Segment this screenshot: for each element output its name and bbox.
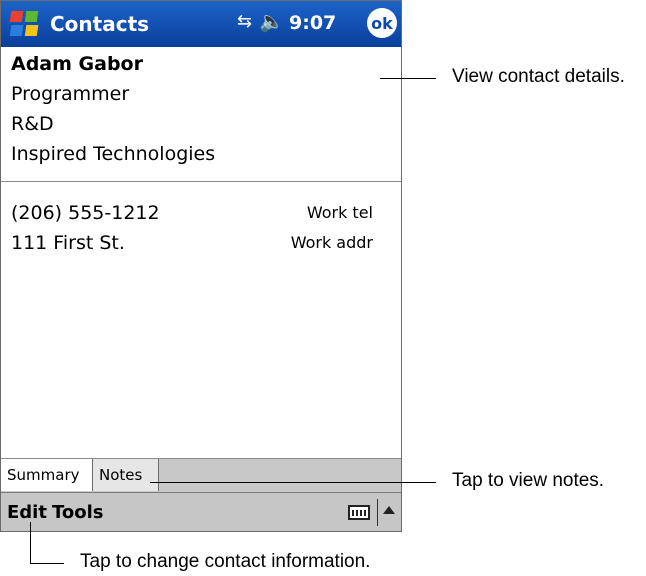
contact-title: Programmer [11, 83, 130, 105]
title-bar: Contacts ⇆ 🔈 9:07 ok [1, 1, 401, 47]
contact-department: R&D [11, 113, 54, 135]
menu-edit[interactable]: Edit [7, 493, 47, 531]
arrow-up-icon[interactable] [383, 506, 395, 514]
callout-line-edit-horizontal [30, 563, 64, 564]
pocketpc-screen: Contacts ⇆ 🔈 9:07 ok Adam Gabor Programm… [0, 0, 402, 532]
detail-row-phone[interactable]: (206) 555-1212 Work tel [11, 198, 373, 228]
menu-tools[interactable]: Tools [52, 493, 104, 531]
callout-edit: Tap to change contact information. [80, 551, 371, 572]
volume-icon[interactable]: 🔈 [259, 9, 284, 33]
detail-value: (206) 555-1212 [11, 202, 160, 224]
windows-start-icon[interactable] [8, 6, 44, 42]
menu-separator [377, 499, 378, 526]
keyboard-icon[interactable] [348, 505, 370, 520]
connectivity-icon[interactable]: ⇆ [237, 11, 252, 32]
clock[interactable]: 9:07 [289, 12, 336, 34]
tab-summary[interactable]: Summary [1, 459, 93, 491]
detail-value: 111 First St. [11, 232, 125, 254]
section-divider [1, 181, 401, 182]
app-title: Contacts [50, 12, 150, 36]
menu-bar: Edit Tools [1, 492, 401, 531]
contact-header[interactable]: Adam Gabor Programmer R&D Inspired Techn… [11, 49, 391, 169]
callout-line-details [380, 78, 436, 79]
callout-notes: Tap to view notes. [452, 470, 605, 491]
detail-row-address[interactable]: 111 First St. Work addr [11, 228, 373, 258]
tab-notes[interactable]: Notes [93, 459, 159, 491]
detail-label: Work tel [306, 203, 373, 222]
tab-strip: Summary Notes [1, 458, 401, 493]
ok-button[interactable]: ok [367, 8, 397, 38]
callout-details: View contact details. [452, 66, 625, 87]
contact-company: Inspired Technologies [11, 143, 216, 165]
contact-name: Adam Gabor [11, 53, 143, 75]
callout-line-notes [150, 482, 436, 483]
callout-line-edit-vertical [30, 522, 31, 564]
detail-label: Work addr [290, 233, 373, 252]
